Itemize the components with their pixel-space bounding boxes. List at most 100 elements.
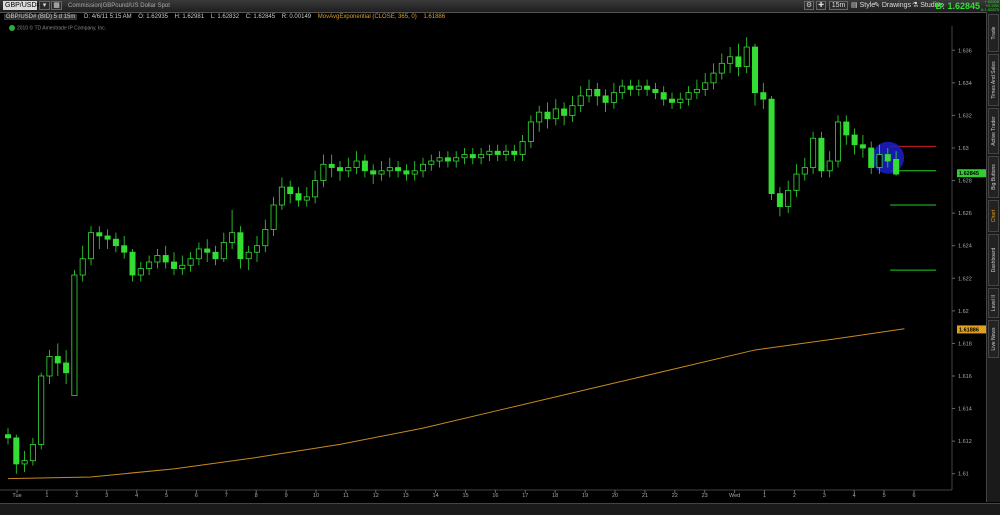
candle-body [544,111,551,120]
candle-body [54,356,61,364]
candle-body [104,235,111,240]
candle-body [378,170,385,175]
candle-body [229,232,236,243]
x-tick-label: 19 [582,493,588,499]
side-tab-dashboard[interactable]: Dashboard [988,234,999,286]
x-tick-label: 16 [492,493,498,499]
y-tick-label: 1.636 [958,48,972,54]
candle-body [88,232,95,260]
candle-body [635,85,642,90]
x-tick-label: 18 [552,493,558,499]
x-tick-label: 5 [165,493,168,499]
side-tab-live-news[interactable]: Live News [988,320,999,358]
y-tick-label: 1.612 [958,439,972,445]
candle-body [253,245,260,253]
x-tick-label: 10 [313,493,319,499]
x-tick-label: 20 [612,493,618,499]
candle-body [868,147,875,168]
candle-body [586,88,593,97]
candle-body [204,248,211,253]
candle-body [710,72,717,84]
y-tick-label: 1.626 [958,211,972,217]
side-tab-label: Level II [990,294,997,312]
candle-body [71,274,78,396]
x-tick-label: 21 [642,493,648,499]
candle-body [884,154,891,162]
candle-body [810,137,817,168]
candle-body [13,437,20,465]
candle-body [693,88,700,94]
x-tick-label: 6 [912,493,915,499]
candle-body [5,434,11,439]
candle-body [644,85,651,90]
candle-body [702,82,709,90]
x-tick-label: 8 [255,493,258,499]
candle-body [295,193,302,201]
candle-body [370,170,377,175]
side-tab-level-ii[interactable]: Level II [988,288,999,318]
side-tab-label: Dashboard [990,247,997,273]
candle-body [685,92,692,100]
candle-body [561,108,568,116]
x-tick-label: 2 [75,493,78,499]
candle-body [220,242,227,260]
candle-body [38,375,45,445]
candle-body [652,88,659,94]
candle-body [610,92,617,103]
x-tick-label: 3 [823,493,826,499]
candle-body [569,105,576,116]
candle-body [312,180,319,198]
y-tick-label: 1.616 [958,374,972,380]
y-tick-label: 1.63 [958,146,969,152]
candle-body [461,154,468,159]
side-tab-trade[interactable]: Trade [988,14,999,52]
candle-body [760,92,767,100]
candle-body [453,157,460,162]
candle-body [29,443,36,462]
candle-body [469,154,476,159]
side-tab-label: Active Trader [990,116,997,146]
candle-body [179,264,186,269]
bottom-scrollbar[interactable] [0,503,1000,515]
candle-body [262,229,269,247]
side-tab-active-trader[interactable]: Active Trader [988,108,999,154]
candle-body [137,268,144,276]
candle-body [146,261,153,269]
x-tick-label: 9 [285,493,288,499]
y-tick-label: 1.622 [958,276,972,282]
candle-body [345,167,352,172]
x-tick-label: 14 [433,493,439,499]
y-tick-label: 1.624 [958,244,972,250]
candle-body [320,163,327,181]
candle-body [428,160,435,165]
candle-body [419,163,426,172]
side-tab-times-and-sales[interactable]: Times And Sales [988,54,999,106]
last-price-tag: 1.62845 [959,171,979,177]
candle-body [776,193,783,208]
candle-body [619,85,626,94]
x-tick-label: 5 [883,493,886,499]
x-tick-label: 7 [225,493,228,499]
y-tick-label: 1.618 [958,341,972,347]
x-tick-label: 3 [105,493,108,499]
candle-body [527,121,534,142]
side-tab-chart[interactable]: Chart [988,200,999,232]
x-tick-label: 1 [45,493,48,499]
price-chart[interactable]: 1.6361.6341.6321.631.6281.6261.6241.6221… [0,0,987,503]
candle-body [46,356,53,377]
candle-body [768,98,775,195]
candle-body [893,158,900,175]
x-tick-label: 23 [702,493,708,499]
candle-body [660,92,667,100]
candle-body [743,46,750,67]
y-tick-label: 1.628 [958,179,972,185]
side-tab-big-buttons[interactable]: Big Buttons [988,156,999,198]
moving-average-line [7,328,905,480]
x-tick-label: Wed [729,493,740,499]
candle-body [187,258,194,266]
candle-body [859,144,866,149]
candle-body [411,170,418,175]
candle-body [336,167,343,172]
candle-body [511,150,518,155]
candle-body [361,160,368,172]
